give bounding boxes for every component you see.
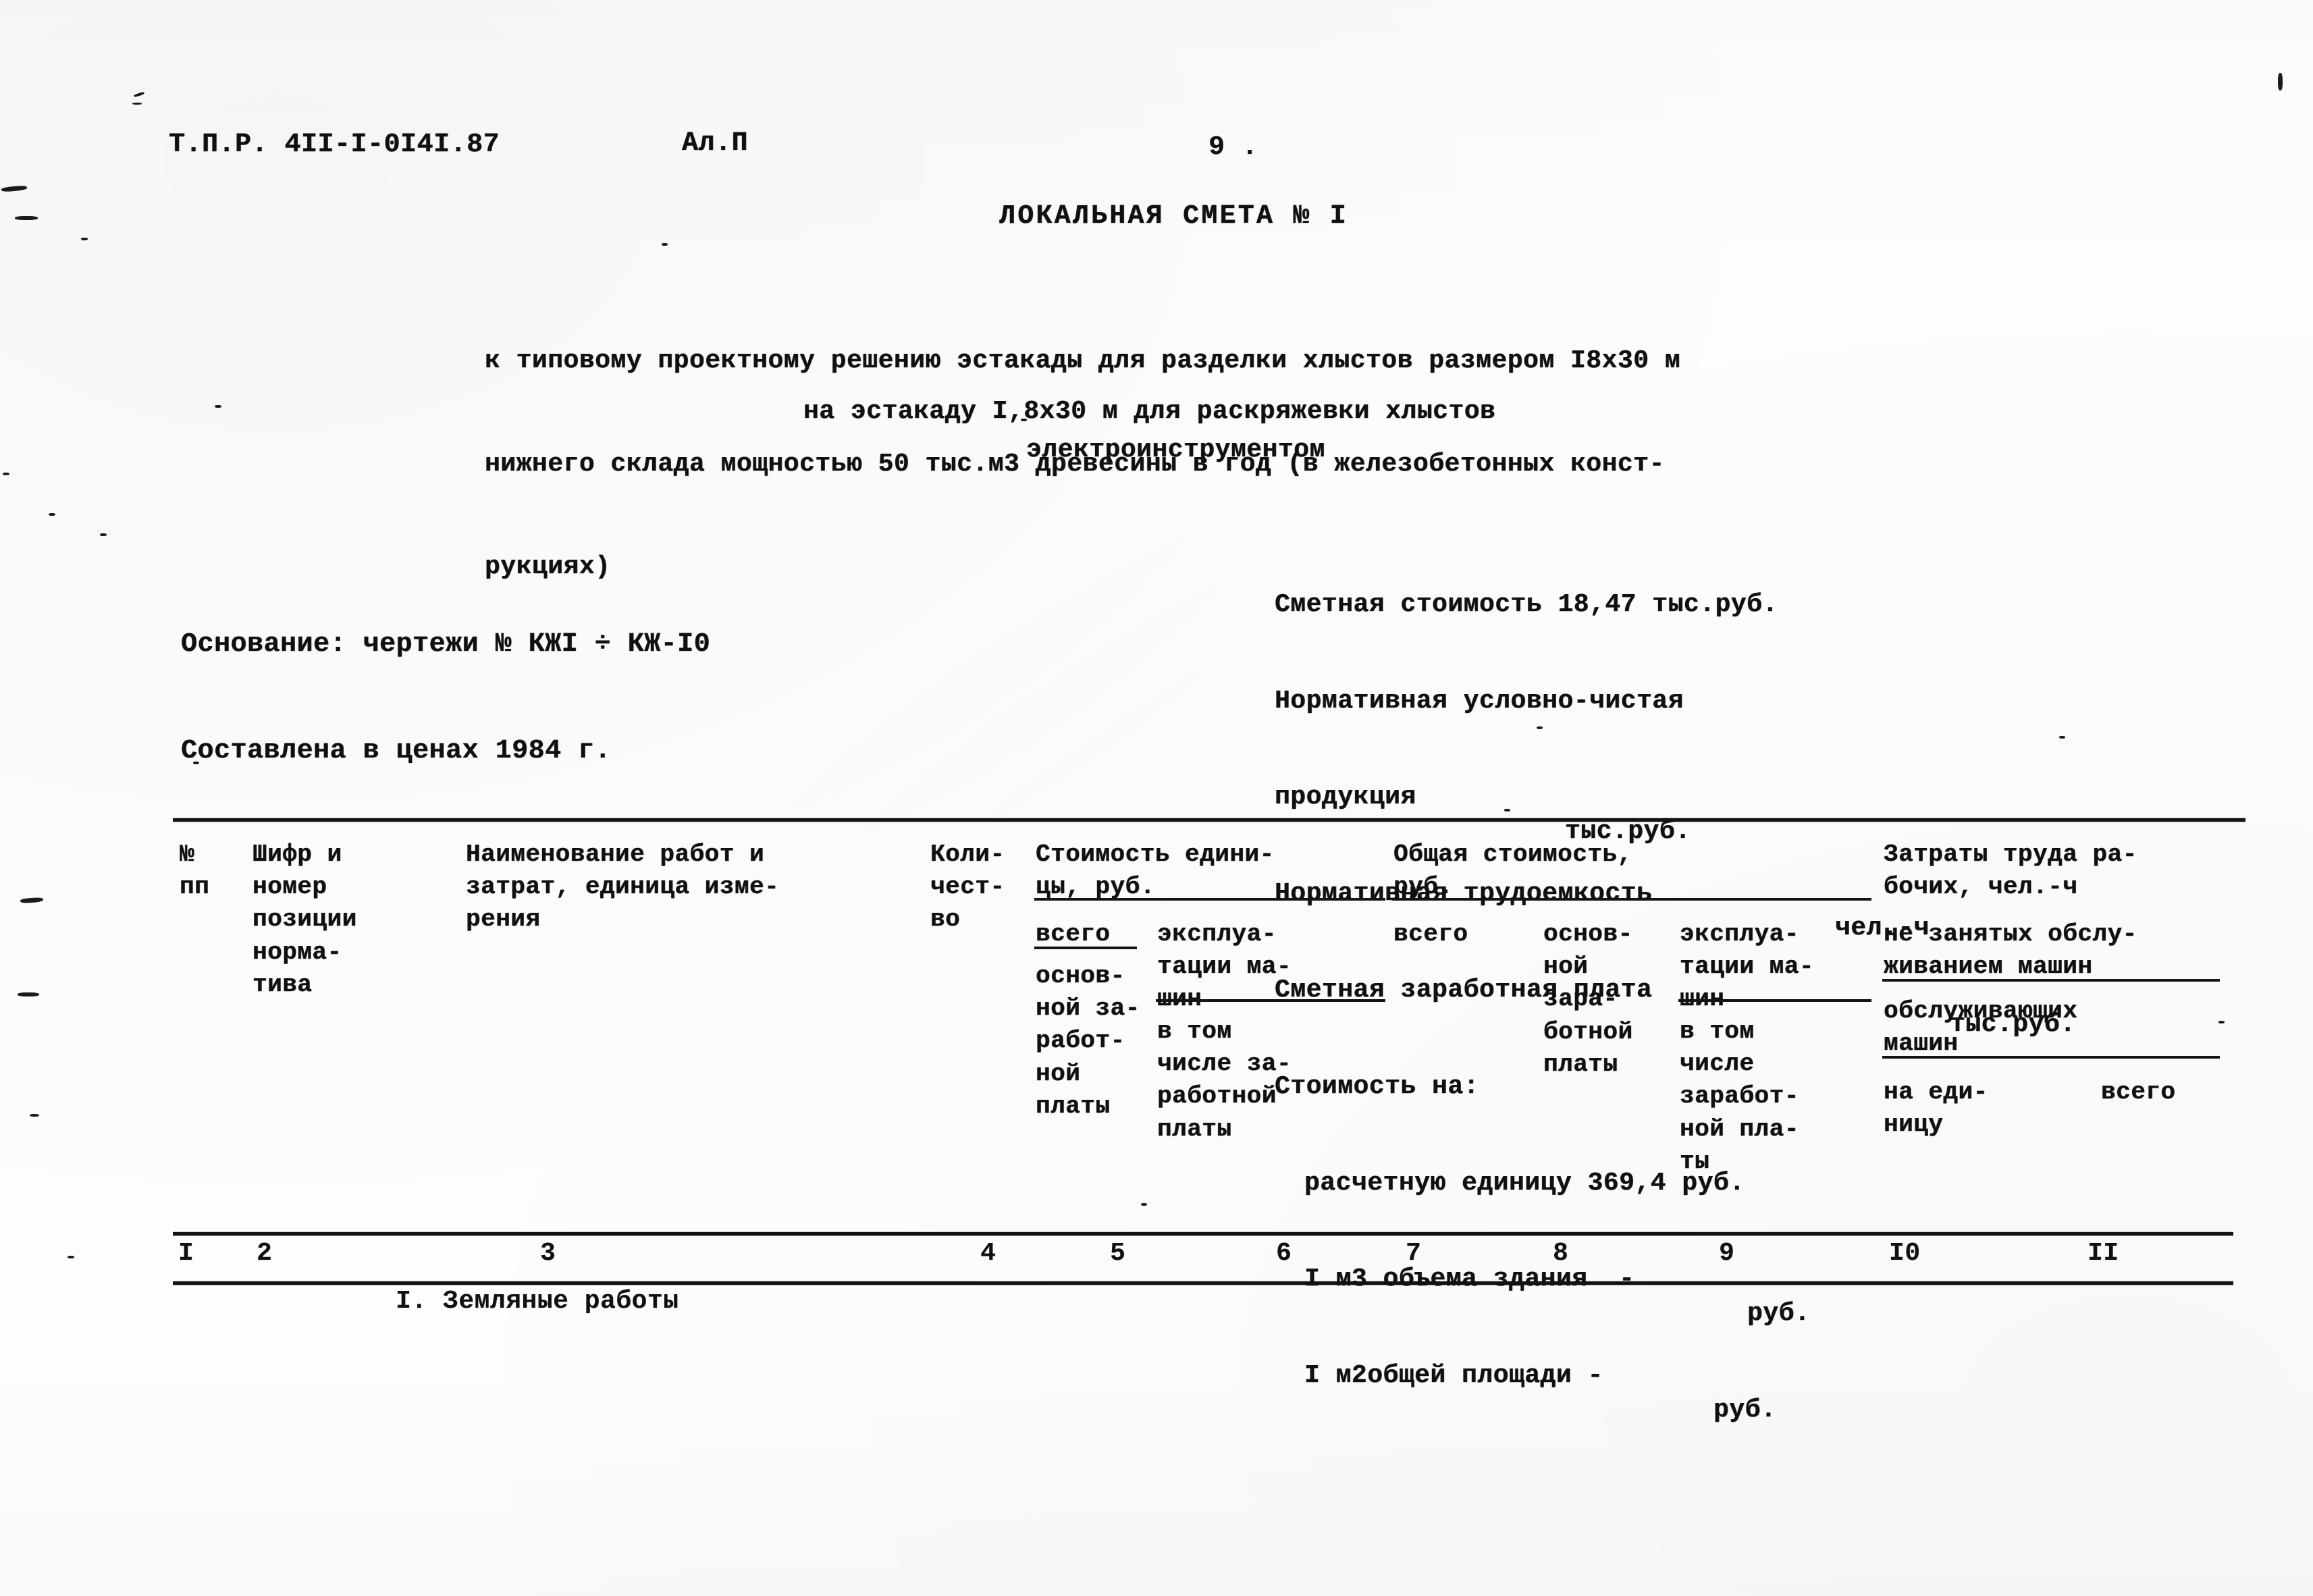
scan-speck [1537,726,1543,729]
scan-speck [30,1114,39,1117]
column-number-7: 7 [1406,1239,1422,1268]
column-number-4: 4 [980,1239,996,1268]
scan-speck [20,897,44,904]
column-header-3: Наименование работ и затрат, единица изм… [466,841,780,934]
group-underline-5-6 [1034,898,1385,901]
summary-value: руб. [1713,1395,1777,1425]
scan-speck [1504,809,1510,812]
scan-speck [133,91,145,98]
summary-row: Нормативная трудоемкость чел.-ч [1275,843,1929,942]
table-top-rule [173,818,2245,822]
scan-speck [1021,419,1027,421]
column-header-7-all: всего [1393,920,1468,948]
scan-speck [68,1256,74,1258]
summary-label: продукция [1275,782,1416,812]
column-header-4: Коли- чест- во [930,841,1005,934]
summary-label: I м2общей площади - [1304,1361,1603,1391]
scan-speck [1141,1203,1147,1206]
intro-line-3: рукциях) [485,552,611,582]
scan-speck [2059,736,2065,739]
column-number-1: I [178,1239,194,1268]
document-code: Т.П.Р. 4II-I-0I4I.87 [169,130,500,160]
summary-value: руб. [1747,1299,1811,1329]
column-number-2: 2 [257,1239,273,1268]
section-caption: I. Земляные работы [396,1287,679,1316]
summary-label: Нормативная условно-чистая [1275,686,1684,716]
scan-speck [3,473,9,475]
scan-grain-overlay [0,0,2313,1596]
summary-row: Сметная стоимость 18,47 тыс.руб. [1275,554,1778,619]
column-header-10-servicing-machines: обслуживающих машин [1884,997,2078,1058]
scan-speck [100,533,107,536]
column-number-3: 3 [540,1239,556,1268]
column-header-10-per-unit: на еди- ницу [1884,1078,1988,1139]
column-number-6: 6 [1276,1239,1292,1268]
scan-speck [662,243,668,246]
page-title: ЛОКАЛЬНАЯ СМЕТА № I [999,201,1348,232]
column-header-11-total: всего [2101,1078,2176,1106]
summary-label: Сметная стоимость 18,47 тыс.руб. [1275,589,1778,619]
column-header-10-11-group: Затраты труда ра- бочих, чел.-ч [1884,841,2137,901]
column-header-5-basic-wage: основ- ной за- работ- ной платы [1036,962,1140,1120]
column-header-5-6-group: Стоимость едини- цы, руб. [1036,841,1275,901]
column-header-7-9-group: Общая стоимость, руб. [1393,841,1632,901]
summary-row: продукция тыс.руб. [1275,746,1691,846]
column-number-9: 9 [1719,1239,1735,1268]
column-header-8-basic-wage: основ- ной зара- ботной платы [1543,920,1633,1078]
subheader-underline-10b [1882,1056,2220,1059]
column-number-8: 8 [1553,1239,1569,1268]
column-number-5: 5 [1110,1239,1126,1268]
album-label: Ал.П [682,128,749,159]
scan-speck [215,405,221,408]
summary-label: Стоимость на: [1275,1071,1479,1101]
summary-row: Нормативная условно-чистая [1275,650,1683,716]
table-header-rule [173,1232,2233,1235]
summary-row: I м2общей площади - руб. [1275,1325,1776,1425]
column-header-6-incl-wage: в том числе за- работной платы [1157,1017,1292,1143]
column-header-2: Шифр и номер позиции норма- тива [252,841,357,999]
scan-speck [2218,1021,2225,1023]
subheader-underline-6 [1156,999,1385,1002]
scan-speck [81,238,88,240]
scan-speck [132,103,142,105]
column-number-10: I0 [1889,1239,1921,1268]
page-number: 9 . [1208,132,1258,163]
subtitle-line-2: электроинструментом [1026,435,1325,464]
scanned-page: Т.П.Р. 4II-I-0I4I.87 Ал.П 9 . ЛОКАЛЬНАЯ … [0,0,2313,1596]
column-number-11: II [2088,1239,2119,1268]
summary-label: I м3 объема здания - [1304,1265,1635,1294]
basis-line: Основание: чертежи № КЖI ÷ КЖ-I0 [181,629,711,660]
summary-label: расчетную единицу 369,4 руб. [1304,1168,1745,1198]
column-header-1: № пп [180,841,210,901]
scan-speck [18,992,39,996]
scan-speck [193,762,199,764]
intro-line-1: к типовому проектному решению эстакады д… [485,346,1681,375]
column-header-5-all: всего [1036,920,1111,948]
subheader-underline-10a [1882,979,2220,982]
subtitle-line-1: на эстакаду I,8x30 м для раскряжевки хлы… [803,397,1496,426]
price-level-line: Составлена в ценах 1984 г. [181,736,612,766]
group-underline-7-9 [1392,898,1871,901]
column-header-10-not-servicing-machines: не занятых обслу- живанием машин [1884,920,2137,981]
scan-speck [49,513,55,516]
column-header-9-incl-wage: в том числе заработ- ной пла- ты [1680,1017,1799,1175]
scan-speck [1,185,28,192]
subheader-underline-5 [1034,947,1137,949]
scan-speck [15,216,38,220]
subheader-underline-9 [1678,999,1871,1002]
scan-speck [2278,73,2283,90]
